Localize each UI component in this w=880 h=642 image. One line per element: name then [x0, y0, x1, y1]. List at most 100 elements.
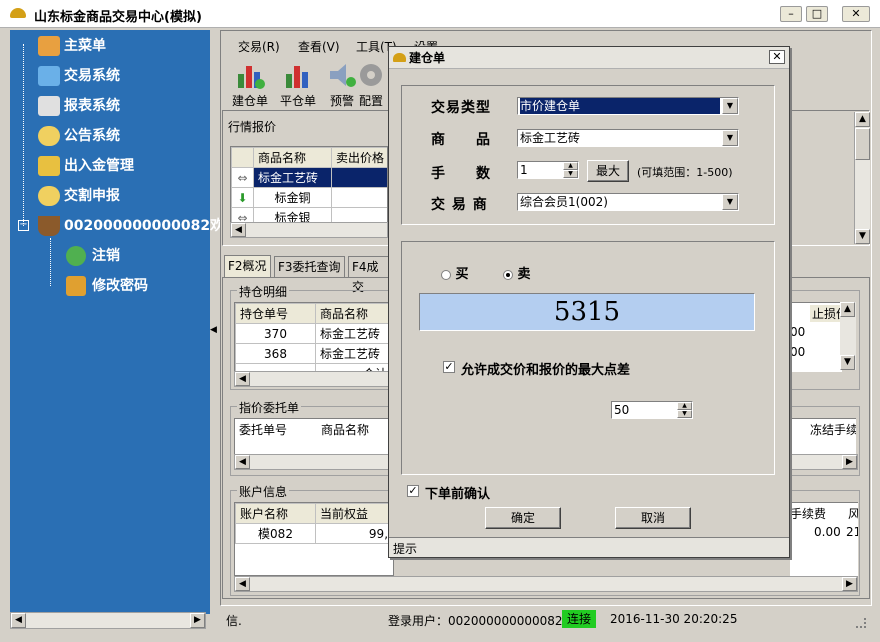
- scroll-left-icon[interactable]: ◀: [231, 223, 246, 237]
- scroll-right-icon[interactable]: ▶: [842, 455, 857, 469]
- decrement-icon[interactable]: ▼: [677, 410, 692, 418]
- position-name: 标金工艺砖: [315, 343, 393, 364]
- chevron-down-icon[interactable]: ▼: [722, 130, 738, 146]
- scroll-left-icon[interactable]: ◀: [235, 372, 250, 386]
- toolbar-config-button[interactable]: 配置: [354, 60, 388, 109]
- menu-view[interactable]: 查看(V): [298, 38, 340, 55]
- scroll-down-icon[interactable]: ▼: [840, 355, 855, 370]
- product-value: 标金工艺砖: [520, 131, 581, 145]
- account-fee: 0.00: [814, 525, 841, 539]
- toolbar-open-position-button[interactable]: 建仓单: [228, 60, 272, 109]
- chevron-down-icon[interactable]: ▼: [722, 98, 738, 114]
- tree-collapse-toggle[interactable]: −: [18, 220, 29, 231]
- sidebar-item-label: 公告系统: [64, 128, 120, 144]
- menu-trade[interactable]: 交易(R): [238, 38, 280, 55]
- trade-type-label: 交易类型: [431, 100, 491, 116]
- increment-icon[interactable]: ▲: [563, 162, 578, 170]
- side-radio-buy[interactable]: 买: [441, 263, 469, 282]
- scroll-thumb[interactable]: [855, 128, 870, 160]
- sidebar-item-reports[interactable]: 报表系统: [38, 94, 120, 118]
- positions-hscrollbar[interactable]: ◀: [234, 371, 394, 387]
- scroll-left-icon[interactable]: ◀: [235, 455, 250, 469]
- dialog-hint-bar: 提示: [389, 537, 789, 557]
- sidebar-item-announcements[interactable]: 公告系统: [38, 124, 120, 148]
- scroll-right-icon[interactable]: ▶: [190, 613, 205, 628]
- dialog-title: 建仓单: [409, 51, 446, 65]
- maximize-button[interactable]: □: [806, 6, 828, 22]
- positions-right-wrap: 止损价 00 00: [790, 302, 842, 372]
- sell-label: 卖: [517, 267, 531, 282]
- account-table: 账户名称 当前权益 模082 99,771.90: [235, 503, 393, 544]
- sidebar-user-node[interactable]: 002000000000082欢迎: [38, 214, 238, 238]
- cancel-button[interactable]: 取消: [615, 507, 691, 529]
- buy-label: 买: [455, 267, 469, 282]
- decrement-icon[interactable]: ▼: [563, 170, 578, 178]
- quote-name: 标金铜: [253, 187, 332, 208]
- scroll-right-icon[interactable]: ▶: [842, 577, 857, 591]
- increment-icon[interactable]: ▲: [677, 402, 692, 410]
- price-display: 5315: [419, 293, 755, 331]
- house-icon: [38, 36, 60, 56]
- positions-table: 持仓单号 商品名称 370标金工艺砖 368标金工艺砖 合计: [235, 303, 393, 371]
- account-name: 模082: [235, 523, 316, 544]
- buy-radio-icon[interactable]: [441, 269, 451, 280]
- product-select[interactable]: 标金工艺砖 ▼: [517, 129, 739, 147]
- splitter-arrow[interactable]: ◀: [210, 325, 218, 345]
- sidebar-item-delivery[interactable]: 交割申报: [38, 184, 120, 208]
- close-icon: ✕: [772, 50, 782, 63]
- close-window-button[interactable]: ✕: [842, 6, 870, 22]
- sidebar-item-trading[interactable]: 交易系统: [38, 64, 120, 88]
- window-title: 山东标金商品交易中心(模拟): [34, 10, 202, 25]
- quotes-hscrollbar[interactable]: ◀: [230, 222, 388, 238]
- scroll-up-icon[interactable]: ▲: [840, 302, 855, 317]
- quotes-header-cell: 卖出价格: [331, 147, 387, 168]
- lots-label: 手 数: [431, 166, 491, 182]
- scroll-up-icon[interactable]: ▲: [855, 112, 870, 127]
- account-hscrollbar[interactable]: ◀ ▶: [234, 576, 858, 592]
- confirm-before-checkbox[interactable]: ✓: [407, 485, 419, 497]
- max-lots-button[interactable]: 最大: [587, 160, 629, 182]
- sidebar-item-logout[interactable]: 注销: [66, 244, 120, 268]
- toolbar-close-position-button[interactable]: 平仓单: [276, 60, 320, 109]
- positions-vscrollbar[interactable]: ▲ ▼: [840, 302, 856, 370]
- slippage-stepper[interactable]: 50 ▲ ▼: [611, 401, 693, 419]
- sidebar-item-change-password[interactable]: 修改密码: [66, 274, 148, 298]
- table-row[interactable]: 368 标金工艺砖: [235, 343, 393, 364]
- lots-stepper[interactable]: 1 ▲ ▼: [517, 161, 579, 179]
- scroll-left-icon[interactable]: ◀: [11, 613, 26, 628]
- status-datetime: 2016-11-30 20:20:25: [610, 612, 738, 626]
- lots-range-hint: (可填范围：1-500): [637, 166, 733, 179]
- status-user: 登录用户：002000000000082: [388, 614, 563, 628]
- trade-type-select[interactable]: 市价建仓单 ▼: [517, 97, 739, 115]
- coffee-cup-icon: [38, 216, 60, 236]
- scroll-down-icon[interactable]: ▼: [855, 229, 870, 244]
- close-icon: ✕: [851, 7, 861, 20]
- app-logo-icon: [10, 8, 26, 18]
- orders-header-cell: 冻结手续: [810, 423, 856, 437]
- dealer-value: 综合会员1(002): [520, 195, 608, 209]
- chevron-down-icon[interactable]: ▼: [722, 194, 738, 210]
- tab-overview[interactable]: F2概况: [224, 255, 271, 277]
- scroll-left-icon[interactable]: ◀: [235, 577, 250, 591]
- table-row[interactable]: ⬇ 标金铜 3: [231, 187, 387, 208]
- table-row[interactable]: ⇔ 标金工艺砖 5: [231, 167, 387, 188]
- table-row[interactable]: 模082 99,771.90: [235, 523, 393, 544]
- trade-type-value: 市价建仓单: [520, 98, 720, 114]
- allow-slippage-checkbox[interactable]: ✓: [443, 361, 455, 373]
- tab-order-query[interactable]: F3委托查询: [274, 256, 345, 278]
- sidebar-hscrollbar[interactable]: ◀ ▶: [10, 612, 206, 629]
- resize-grip-icon[interactable]: [856, 618, 866, 628]
- dealer-select[interactable]: 综合会员1(002) ▼: [517, 193, 739, 211]
- minimize-button[interactable]: –: [780, 6, 802, 22]
- quotes-vscrollbar[interactable]: ▲ ▼: [854, 112, 870, 244]
- table-row[interactable]: 370 标金工艺砖: [235, 323, 393, 344]
- quotes-table: 商品名称 卖出价格 ⇔ 标金工艺砖 5 ⬇ 标金铜 3 ⇔ 标金银 3: [231, 147, 387, 223]
- sell-radio-icon[interactable]: [503, 269, 513, 280]
- ok-button[interactable]: 确定: [485, 507, 561, 529]
- dialog-close-button[interactable]: ✕: [769, 50, 785, 64]
- sidebar-item-funds[interactable]: 出入金管理: [38, 154, 134, 178]
- side-radio-sell[interactable]: 卖: [503, 263, 531, 282]
- sidebar-item-main-menu[interactable]: 主菜单: [38, 34, 106, 58]
- user-node-label: 002000000000082欢迎: [64, 218, 239, 234]
- quotes-table-wrap: 商品名称 卖出价格 ⇔ 标金工艺砖 5 ⬇ 标金铜 3 ⇔ 标金银 3: [230, 146, 388, 224]
